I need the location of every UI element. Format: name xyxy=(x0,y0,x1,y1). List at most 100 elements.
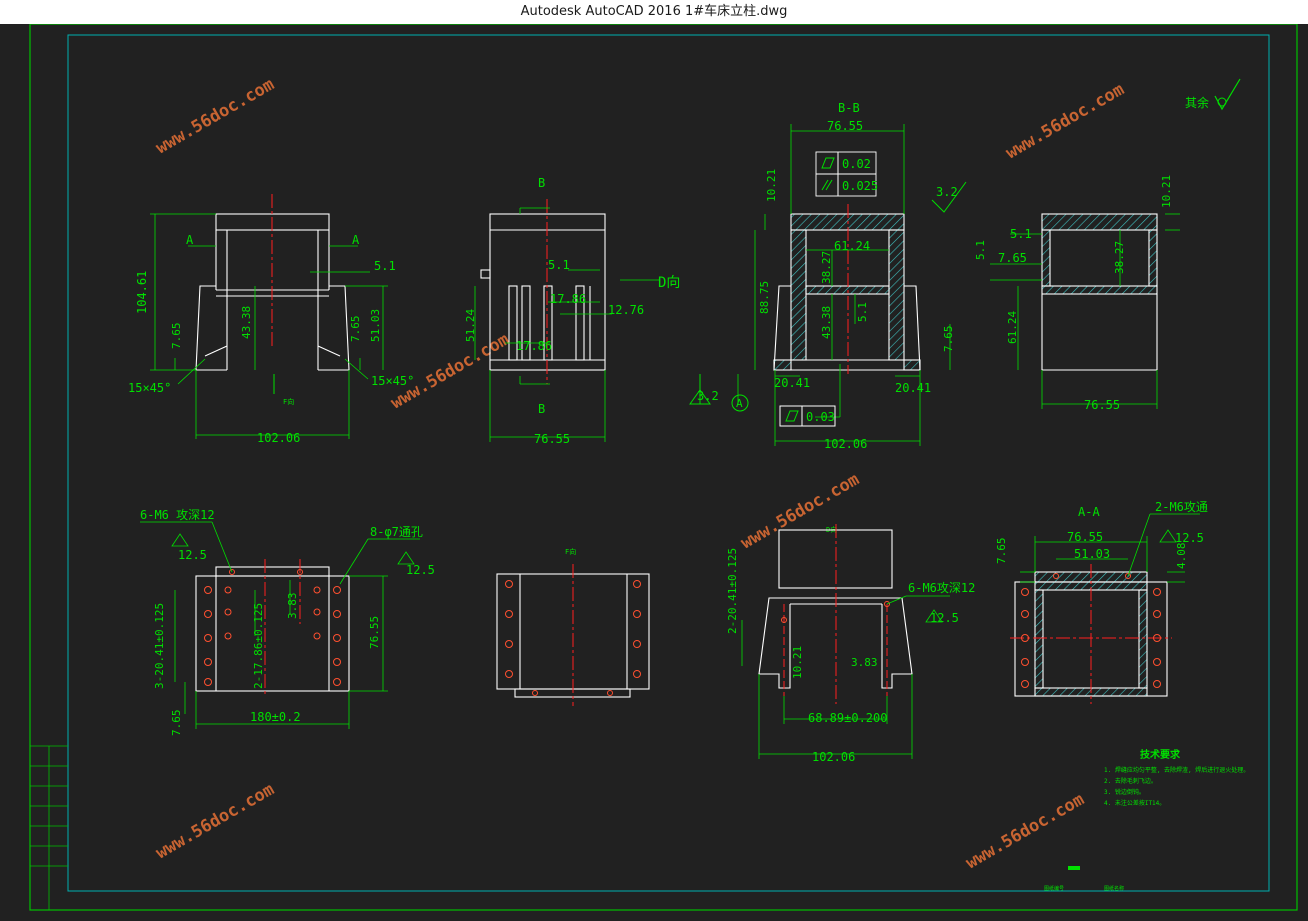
svg-text:图纸编号: 图纸编号 xyxy=(1044,885,1064,892)
svg-text:3.83: 3.83 xyxy=(286,593,299,620)
svg-text:2. 去除毛刺飞边。: 2. 去除毛刺飞边。 xyxy=(1104,777,1157,785)
svg-text:76.55: 76.55 xyxy=(1084,398,1120,412)
svg-text:20.41: 20.41 xyxy=(895,381,931,395)
svg-text:B: B xyxy=(538,176,545,190)
svg-text:5.1: 5.1 xyxy=(548,258,570,272)
f-view-arrow: F向 xyxy=(273,374,294,406)
flatness-frame: 0.02 0.025 xyxy=(815,151,878,197)
svg-text:12.5: 12.5 xyxy=(1175,531,1204,545)
cad-drawing[interactable]: www.56doc.com www.56doc.com www.56doc.co… xyxy=(0,23,1308,917)
svg-text:5.1: 5.1 xyxy=(374,259,396,273)
svg-text:102.06: 102.06 xyxy=(257,431,300,445)
svg-text:7.65: 7.65 xyxy=(349,316,362,343)
svg-text:10.21: 10.21 xyxy=(1160,175,1173,208)
svg-text:2-M6攻通: 2-M6攻通 xyxy=(1155,500,1208,514)
svg-text:3. 锐边倒钝。: 3. 锐边倒钝。 xyxy=(1104,788,1145,796)
svg-text:8-φ7通孔: 8-φ7通孔 xyxy=(370,525,423,539)
svg-text:1. 焊缝应均匀平整, 去除焊渣, 焊后进行退火处理。: 1. 焊缝应均匀平整, 去除焊渣, 焊后进行退火处理。 xyxy=(1104,766,1249,774)
svg-text:12.5: 12.5 xyxy=(406,563,435,577)
svg-text:10.21: 10.21 xyxy=(791,646,804,679)
svg-text:7.65: 7.65 xyxy=(170,710,183,737)
svg-text:4.08: 4.08 xyxy=(1175,543,1188,570)
svg-text:0.03: 0.03 xyxy=(806,410,835,424)
svg-text:5.1: 5.1 xyxy=(974,240,987,260)
svg-text:A: A xyxy=(352,233,360,247)
svg-text:12.5: 12.5 xyxy=(178,548,207,562)
svg-text:17.86: 17.86 xyxy=(550,292,586,306)
flatness-frame-bottom: 0.03 xyxy=(779,405,836,427)
svg-text:B-B: B-B xyxy=(838,101,860,115)
roughness-note: 其余 xyxy=(1185,78,1241,111)
svg-text:7.65: 7.65 xyxy=(170,323,183,350)
svg-text:3.83: 3.83 xyxy=(851,656,878,669)
svg-text:6-M6攻深12: 6-M6攻深12 xyxy=(908,581,975,595)
svg-text:F向: F向 xyxy=(283,397,294,406)
inner-border xyxy=(67,34,1270,892)
svg-text:7.65: 7.65 xyxy=(998,251,1027,265)
svg-text:A: A xyxy=(186,233,194,247)
svg-text:A-A: A-A xyxy=(1078,505,1100,519)
svg-text:104.61: 104.61 xyxy=(135,271,149,314)
svg-text:15×45°: 15×45° xyxy=(371,374,414,388)
svg-text:88.75: 88.75 xyxy=(758,281,771,314)
svg-text:15×45°: 15×45° xyxy=(128,381,171,395)
right-view[interactable]: 76.55 61.24 38.27 10.21 5.1 5.1 7.65 xyxy=(974,175,1180,412)
f-view[interactable]: F向 xyxy=(496,547,650,706)
drawing-canvas[interactable]: www.56doc.com www.56doc.com www.56doc.co… xyxy=(0,23,1308,917)
front-view[interactable]: 102.06 104.61 43.38 7.65 7.65 51.03 5.1 … xyxy=(128,194,414,445)
side-view[interactable]: 76.55 51.24 17.86 17.86 12.76 5.1 B B D向 xyxy=(464,176,680,446)
svg-text:2-17.86±0.125: 2-17.86±0.125 xyxy=(252,603,265,689)
svg-text:51.03: 51.03 xyxy=(369,309,382,342)
svg-text:7.65: 7.65 xyxy=(995,538,1008,565)
svg-text:0.02: 0.02 xyxy=(842,157,871,171)
svg-text:10.21: 10.21 xyxy=(765,169,778,202)
svg-text:68.89±0.200: 68.89±0.200 xyxy=(808,711,887,725)
svg-text:A: A xyxy=(736,397,743,410)
section-bb[interactable]: B-B 0.02 0.025 0.03 76.55 102.06 61.24 1… xyxy=(689,101,967,451)
svg-text:2-20.41±0.125: 2-20.41±0.125 xyxy=(726,548,739,634)
svg-text:180±0.2: 180±0.2 xyxy=(250,710,301,724)
svg-text:www.56doc.com: www.56doc.com xyxy=(1003,79,1128,163)
section-aa[interactable]: A-A 76.55 51.03 7.65 4.08 2-M6攻通 12.5 xyxy=(995,500,1208,704)
svg-text:76.55: 76.55 xyxy=(1067,530,1103,544)
svg-text:5.1: 5.1 xyxy=(856,302,869,322)
svg-text:6-M6 攻深12: 6-M6 攻深12 xyxy=(140,508,215,522)
svg-text:其余: 其余 xyxy=(1185,95,1209,110)
d-view[interactable]: D向 102.06 68.89±0.200 2-20.41±0.125 10.2… xyxy=(726,524,975,764)
svg-text:4. 未注公差按IT14。: 4. 未注公差按IT14。 xyxy=(1104,799,1165,807)
left-title-strip xyxy=(30,745,68,910)
svg-text:51.24: 51.24 xyxy=(464,309,477,342)
svg-text:技术要求: 技术要求 xyxy=(1140,748,1181,761)
window-title: Autodesk AutoCAD 2016 1#车床立柱.dwg xyxy=(0,0,1308,24)
svg-text:76.55: 76.55 xyxy=(827,119,863,133)
top-view-holes[interactable]: 6-M6 攻深12 12.5 8-φ7通孔 12.5 180±0.2 3-20.… xyxy=(140,508,435,736)
svg-text:www.56doc.com: www.56doc.com xyxy=(153,779,278,863)
svg-text:61.24: 61.24 xyxy=(1006,311,1019,344)
svg-text:102.06: 102.06 xyxy=(812,750,855,764)
svg-text:38.27: 38.27 xyxy=(820,251,833,284)
svg-text:43.38: 43.38 xyxy=(820,306,833,339)
svg-text:图纸名称: 图纸名称 xyxy=(1104,885,1124,892)
svg-text:www.56doc.com: www.56doc.com xyxy=(963,789,1088,873)
svg-text:17.86: 17.86 xyxy=(516,339,552,353)
svg-text:B: B xyxy=(538,402,545,416)
svg-text:61.24: 61.24 xyxy=(834,239,870,253)
svg-text:12.76: 12.76 xyxy=(608,303,644,317)
svg-text:D向: D向 xyxy=(658,275,680,291)
svg-text:43.38: 43.38 xyxy=(240,306,253,339)
svg-text:51.03: 51.03 xyxy=(1074,547,1110,561)
svg-text:20.41: 20.41 xyxy=(774,376,810,390)
svg-text:12.5: 12.5 xyxy=(930,611,959,625)
title-block: 图纸编号 图纸名称 xyxy=(1044,866,1124,892)
svg-text:38.27: 38.27 xyxy=(1113,241,1126,274)
svg-text:0.025: 0.025 xyxy=(842,179,878,193)
svg-text:www.56doc.com: www.56doc.com xyxy=(738,469,863,553)
svg-text:F向: F向 xyxy=(565,547,576,556)
tech-requirements: 技术要求 1. 焊缝应均匀平整, 去除焊渣, 焊后进行退火处理。 2. 去除毛刺… xyxy=(1104,748,1249,807)
svg-text:76.55: 76.55 xyxy=(368,616,381,649)
svg-text:7.65: 7.65 xyxy=(942,326,955,353)
svg-text:www.56doc.com: www.56doc.com xyxy=(153,74,278,158)
svg-text:102.06: 102.06 xyxy=(824,437,867,451)
svg-text:5.1: 5.1 xyxy=(1010,227,1032,241)
svg-text:76.55: 76.55 xyxy=(534,432,570,446)
